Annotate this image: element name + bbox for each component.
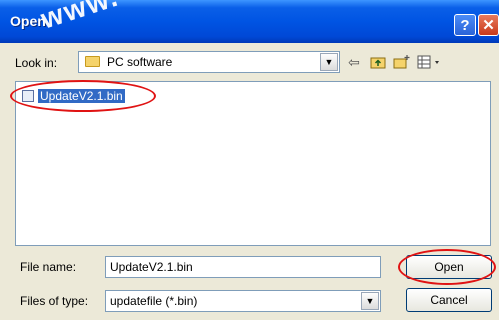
chevron-down-icon: ▼ <box>365 296 375 306</box>
close-button[interactable]: ✕ <box>478 14 499 36</box>
view-menu-icon[interactable] <box>416 52 444 72</box>
chevron-down-icon: ▼ <box>324 57 334 67</box>
watermark: www. <box>37 0 123 35</box>
look-in-dropdown[interactable]: PC software ▼ <box>78 51 340 73</box>
up-folder-icon[interactable] <box>368 52 388 72</box>
title-bar[interactable]: Open www. ? ✕ <box>0 0 499 43</box>
annotation-ellipse-open <box>398 249 496 285</box>
open-dialog: Open www. ? ✕ Look in: PC software ▼ ⇦ U… <box>0 0 499 320</box>
look-in-value: PC software <box>107 55 173 69</box>
file-name-input[interactable]: UpdateV2.1.bin <box>105 256 381 278</box>
help-button[interactable]: ? <box>454 14 476 36</box>
look-in-label: Look in: <box>15 56 58 70</box>
file-type-value: updatefile (*.bin) <box>110 294 198 308</box>
file-type-label: Files of type: <box>20 294 89 308</box>
file-type-select[interactable]: updatefile (*.bin) ▼ <box>105 290 381 312</box>
folder-icon <box>85 56 100 67</box>
back-arrow-icon[interactable]: ⇦ <box>344 52 364 72</box>
look-in-dropdown-button[interactable]: ▼ <box>320 53 338 71</box>
cancel-button[interactable]: Cancel <box>406 288 492 312</box>
new-folder-icon[interactable] <box>392 52 412 72</box>
annotation-ellipse-file <box>10 80 156 112</box>
file-type-dropdown-button[interactable]: ▼ <box>361 292 379 310</box>
file-name-label: File name: <box>20 260 77 274</box>
